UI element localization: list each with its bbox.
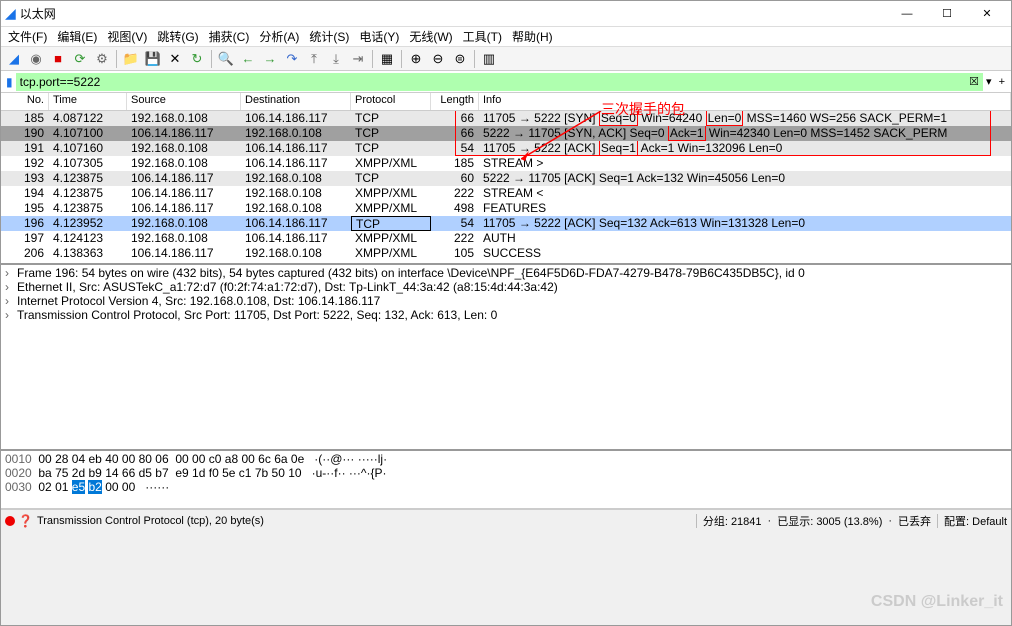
colorize-icon[interactable]: ▦ (377, 49, 397, 69)
save-icon[interactable]: 💾 (143, 49, 163, 69)
detail-line[interactable]: ›Ethernet II, Src: ASUSTekC_a1:72:d7 (f0… (1, 280, 1011, 294)
first-icon[interactable]: ⤒ (304, 49, 324, 69)
stop-capture-icon[interactable]: ■ (48, 49, 68, 69)
toolbar: ◢ ◉ ■ ⟳ ⚙ 📁 💾 ✕ ↻ 🔍 ← → ↷ ⤒ ⤓ ⇥ ▦ ⊕ ⊖ ⊜ … (1, 47, 1011, 71)
detail-line[interactable]: ›Internet Protocol Version 4, Src: 192.1… (1, 294, 1011, 308)
hex-dump[interactable]: 0010 00 28 04 eb 40 00 80 06 00 00 c0 a8… (1, 451, 1011, 509)
detail-line[interactable]: ›Frame 196: 54 bytes on wire (432 bits),… (1, 266, 1011, 280)
capture-file-icon[interactable]: ❓ (18, 514, 33, 528)
menu-item[interactable]: 跳转(G) (152, 28, 203, 45)
close-button[interactable]: ✕ (967, 2, 1007, 26)
open-icon[interactable]: ◢ (4, 49, 24, 69)
prev-icon[interactable]: ← (238, 49, 258, 69)
titlebar: ◢ 以太网 — ☐ ✕ (1, 1, 1011, 27)
watermark: CSDN @Linker_it (871, 593, 1003, 611)
start-capture-icon[interactable]: ◉ (26, 49, 46, 69)
app-icon: ◢ (5, 5, 16, 22)
table-row[interactable]: 1904.107100106.14.186.117192.168.0.108TC… (1, 126, 1011, 141)
menu-item[interactable]: 捕获(C) (204, 28, 255, 45)
table-row[interactable]: 1924.107305192.168.0.108106.14.186.117XM… (1, 156, 1011, 171)
table-row[interactable]: 1944.123875106.14.186.117192.168.0.108XM… (1, 186, 1011, 201)
close-file-icon[interactable]: ✕ (165, 49, 185, 69)
column-header[interactable]: No. (1, 93, 49, 110)
status-left: Transmission Control Protocol (tcp), 20 … (37, 515, 264, 527)
packet-details[interactable]: ›Frame 196: 54 bytes on wire (432 bits),… (1, 265, 1011, 451)
column-header[interactable]: Destination (241, 93, 351, 110)
expert-info-icon[interactable] (5, 516, 15, 526)
column-header[interactable]: Length (431, 93, 479, 110)
status-displayed: 已显示: 3005 (13.8%) (777, 513, 882, 529)
find-icon[interactable]: 🔍 (216, 49, 236, 69)
minimize-button[interactable]: — (887, 2, 927, 26)
zoom-out-icon[interactable]: ⊖ (428, 49, 448, 69)
menu-item[interactable]: 无线(W) (404, 28, 457, 45)
goto-icon[interactable]: ↷ (282, 49, 302, 69)
table-row[interactable]: 1954.123875106.14.186.117192.168.0.108XM… (1, 201, 1011, 216)
table-row[interactable]: 1854.087122192.168.0.108106.14.186.117TC… (1, 111, 1011, 126)
autoscroll-icon[interactable]: ⇥ (348, 49, 368, 69)
add-filter-icon[interactable]: + (995, 76, 1009, 88)
table-row[interactable]: 1974.124123192.168.0.108106.14.186.117XM… (1, 231, 1011, 246)
menu-item[interactable]: 工具(T) (458, 28, 507, 45)
hex-line[interactable]: 0020 ba 75 2d b9 14 66 d5 b7 e9 1d f0 5e… (5, 466, 1007, 480)
menu-item[interactable]: 帮助(H) (507, 28, 558, 45)
table-row[interactable]: 1914.107160192.168.0.108106.14.186.117TC… (1, 141, 1011, 156)
table-row[interactable]: 2064.138363106.14.186.117192.168.0.108XM… (1, 246, 1011, 261)
hex-line[interactable]: 0010 00 28 04 eb 40 00 80 06 00 00 c0 a8… (5, 452, 1007, 466)
column-header[interactable]: Info (479, 93, 1011, 110)
menu-item[interactable]: 文件(F) (3, 28, 52, 45)
filter-dropdown-icon[interactable]: ▾ (983, 75, 995, 88)
zoom-in-icon[interactable]: ⊕ (406, 49, 426, 69)
menu-item[interactable]: 分析(A) (254, 28, 304, 45)
maximize-button[interactable]: ☐ (927, 2, 967, 26)
window-title: 以太网 (20, 5, 56, 22)
resize-cols-icon[interactable]: ▥ (479, 49, 499, 69)
clear-filter-icon[interactable]: ☒ (965, 73, 983, 91)
options-icon[interactable]: ⚙ (92, 49, 112, 69)
last-icon[interactable]: ⤓ (326, 49, 346, 69)
reload-icon[interactable]: ↻ (187, 49, 207, 69)
open-file-icon[interactable]: 📁 (121, 49, 141, 69)
zoom-reset-icon[interactable]: ⊜ (450, 49, 470, 69)
status-profile: 配置: Default (944, 513, 1007, 529)
table-row[interactable]: 1964.123952192.168.0.108106.14.186.117TC… (1, 216, 1011, 231)
menu-item[interactable]: 视图(V) (102, 28, 152, 45)
hex-line[interactable]: 0030 02 01 e5 b2 00 00 ······ (5, 480, 1007, 494)
next-icon[interactable]: → (260, 49, 280, 69)
menu-item[interactable]: 统计(S) (304, 28, 354, 45)
statusbar: ❓ Transmission Control Protocol (tcp), 2… (1, 509, 1011, 531)
menu-item[interactable]: 电话(Y) (354, 28, 404, 45)
packet-list[interactable]: No.TimeSourceDestinationProtocolLengthIn… (1, 93, 1011, 265)
filter-input[interactable] (16, 73, 966, 91)
status-packets: 分组: 21841 (703, 513, 762, 529)
filter-bar: ▮ ☒ ▾ + (1, 71, 1011, 93)
column-header[interactable]: Source (127, 93, 241, 110)
table-row[interactable]: 1934.123875106.14.186.117192.168.0.108TC… (1, 171, 1011, 186)
column-header[interactable]: Time (49, 93, 127, 110)
column-header[interactable]: Protocol (351, 93, 431, 110)
detail-line[interactable]: ›Transmission Control Protocol, Src Port… (1, 308, 1011, 322)
restart-capture-icon[interactable]: ⟳ (70, 49, 90, 69)
menu-item[interactable]: 编辑(E) (52, 28, 102, 45)
bookmark-icon[interactable]: ▮ (3, 75, 16, 89)
status-dropped: 已丢弃 (898, 513, 931, 529)
menubar: 文件(F)编辑(E)视图(V)跳转(G)捕获(C)分析(A)统计(S)电话(Y)… (1, 27, 1011, 47)
